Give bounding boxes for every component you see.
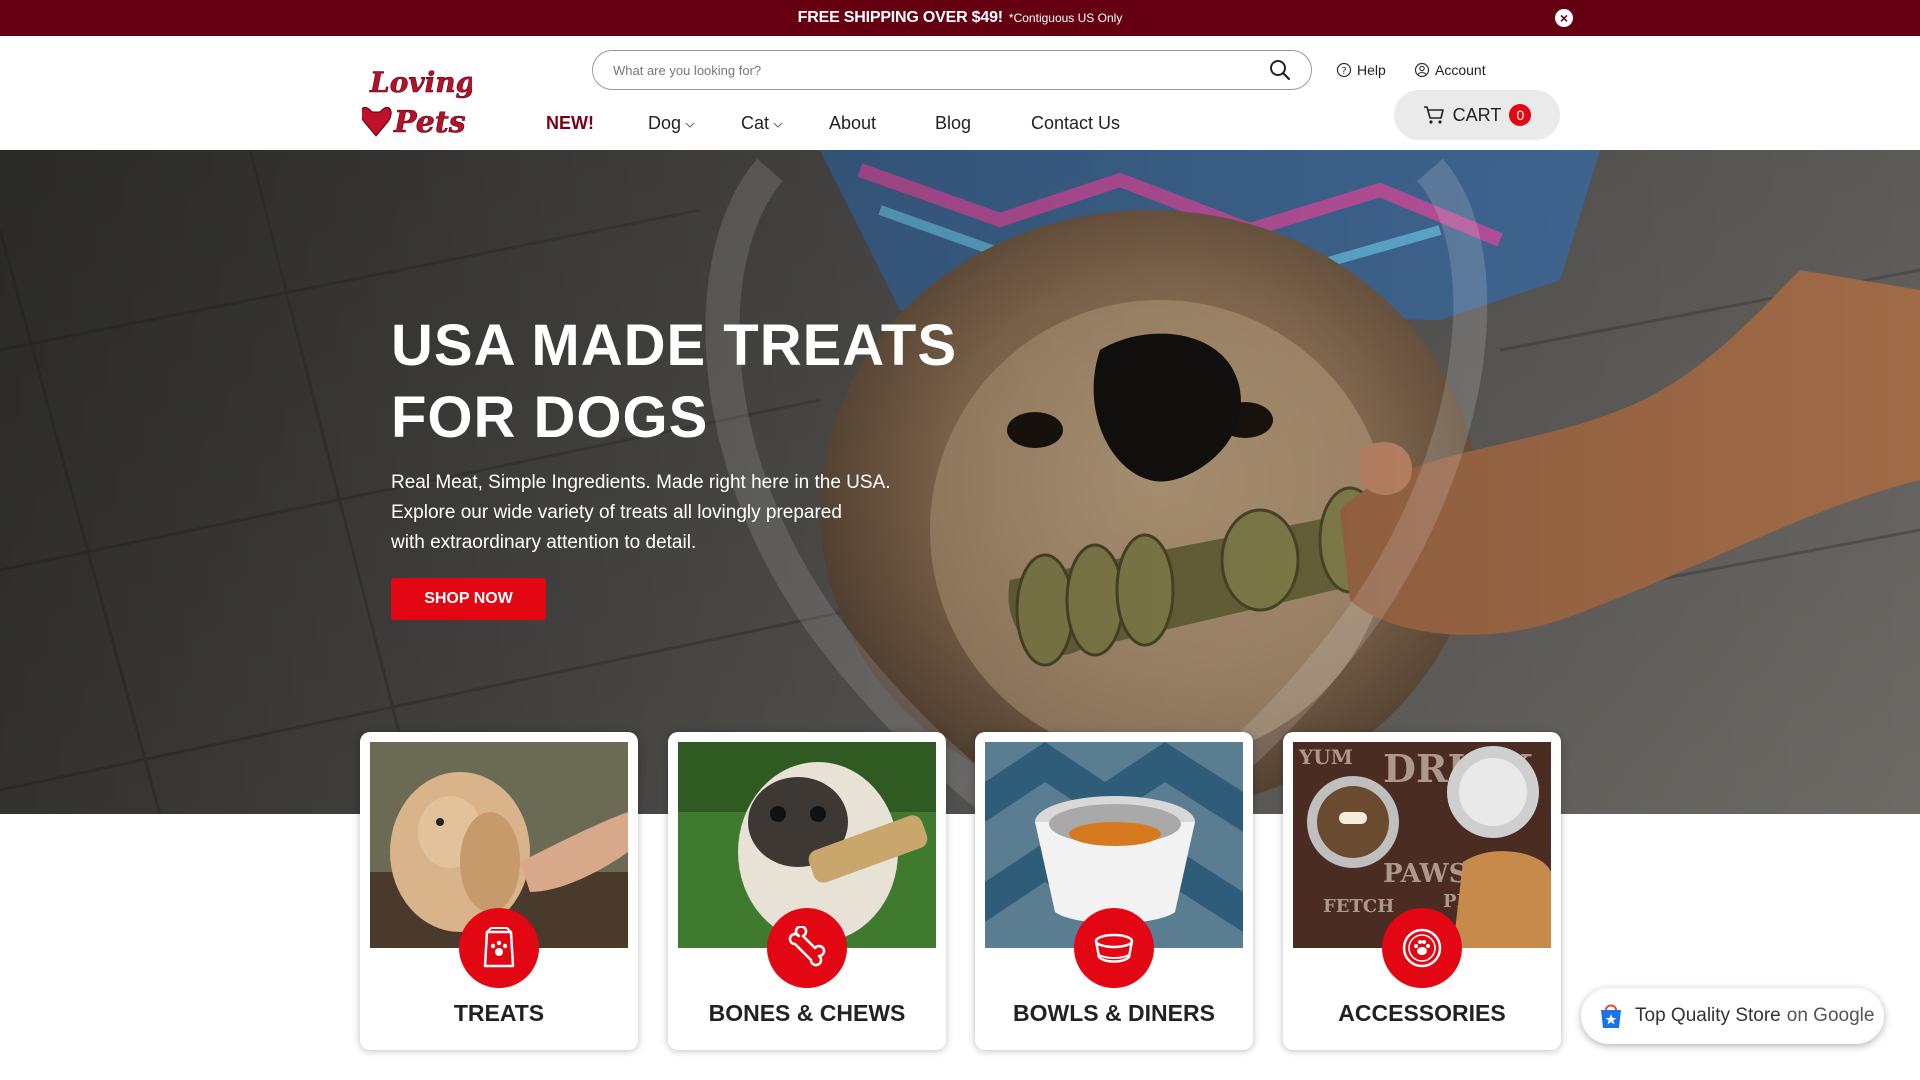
svg-text:PAWS: PAWS [1383,859,1468,889]
site-logo[interactable]: Loving Pets [360,62,476,146]
category-card-treats[interactable]: TREATS [360,732,638,1050]
search-icon[interactable] [1269,59,1291,81]
cart-icon [1423,106,1444,124]
logo-word-loving: Loving [369,66,472,99]
google-badge-suffix: on Google [1786,1005,1875,1026]
nav-item-dog[interactable]: Dog [648,113,695,134]
hero-dog-photo [0,150,1920,814]
promo-note: *Contiguous US Only [1008,11,1123,25]
search-bar [592,50,1312,90]
nav-item-new[interactable]: NEW! [546,113,594,134]
category-label-treats: TREATS [453,1000,545,1026]
google-shopping-icon [1601,1004,1621,1028]
category-label-bowls: BOWLS & DINERS [1013,1000,1215,1026]
bone-icon [767,908,847,988]
promo-close-button[interactable]: × [1555,9,1573,27]
category-card-bowls[interactable]: BOWLS & DINERS [975,732,1253,1050]
google-badge-text: Top Quality Store [1635,1005,1781,1026]
nav-item-cat-label: Cat [741,112,770,133]
hero-sub-line3: with extraordinary attention to detail. [391,532,697,553]
account-link[interactable]: Account [1414,62,1486,78]
account-icon [1414,62,1430,78]
svg-text:YUM: YUM [1298,745,1353,769]
nav-item-blog[interactable]: Blog [935,113,971,134]
hero-banner: USA MADE TREATS FOR DOGS Real Meat, Simp… [0,150,1920,814]
logo-word-pets: Pets [393,105,466,140]
nav-item-cat[interactable]: Cat [741,113,783,134]
nav-item-dog-label: Dog [648,112,682,133]
cart-count-badge: 0 [1509,104,1532,126]
help-link[interactable]: ? Help [1336,62,1386,78]
category-card-bones[interactable]: BONES & CHEWS [668,732,946,1050]
hero-sub-line2: Explore our wide variety of treats all l… [391,502,842,523]
search-input[interactable] [613,62,1269,78]
nav-item-about[interactable]: About [829,113,876,134]
promo-headline: FREE SHIPPING OVER $49! [797,9,1003,26]
hero-title: USA MADE TREATS FOR DOGS [391,310,991,454]
chevron-down-icon [685,122,695,128]
category-label-accessories: ACCESSORIES [1338,1000,1506,1026]
category-label-bones: BONES & CHEWS [708,1000,906,1026]
site-header: Loving Pets ? Help Account NEW! Dog Cat … [0,36,1920,150]
loving-pets-logo: Loving Pets [360,66,476,140]
hero-title-line2: FOR DOGS [391,385,709,450]
svg-text:?: ? [1341,66,1346,77]
paw-badge-icon [1382,908,1462,988]
category-card-accessories[interactable]: YUMDRINK PAWSFETCHPLAY ACCESSORIES [1283,732,1561,1050]
nav-item-contact[interactable]: Contact Us [1031,113,1120,134]
promo-bar: FREE SHIPPING OVER $49! *Contiguous US O… [0,0,1920,36]
account-label: Account [1435,62,1486,78]
help-icon: ? [1336,62,1352,78]
hero-subtitle: Real Meat, Simple Ingredients. Made righ… [391,468,911,558]
cart-label: CART [1452,104,1502,125]
svg-text:FETCH: FETCH [1323,896,1394,917]
bowl-icon [1074,908,1154,988]
google-trust-badge[interactable]: Top Quality Store on Google [1581,988,1884,1044]
treat-bag-icon [459,908,539,988]
cart-button[interactable]: CART 0 [1394,90,1560,140]
help-label: Help [1357,62,1386,78]
hero-sub-line1: Real Meat, Simple Ingredients. Made righ… [391,472,891,493]
shop-now-button[interactable]: SHOP NOW [391,578,546,620]
chevron-down-icon [773,122,783,128]
hero-title-line1: USA MADE TREATS [391,313,957,378]
